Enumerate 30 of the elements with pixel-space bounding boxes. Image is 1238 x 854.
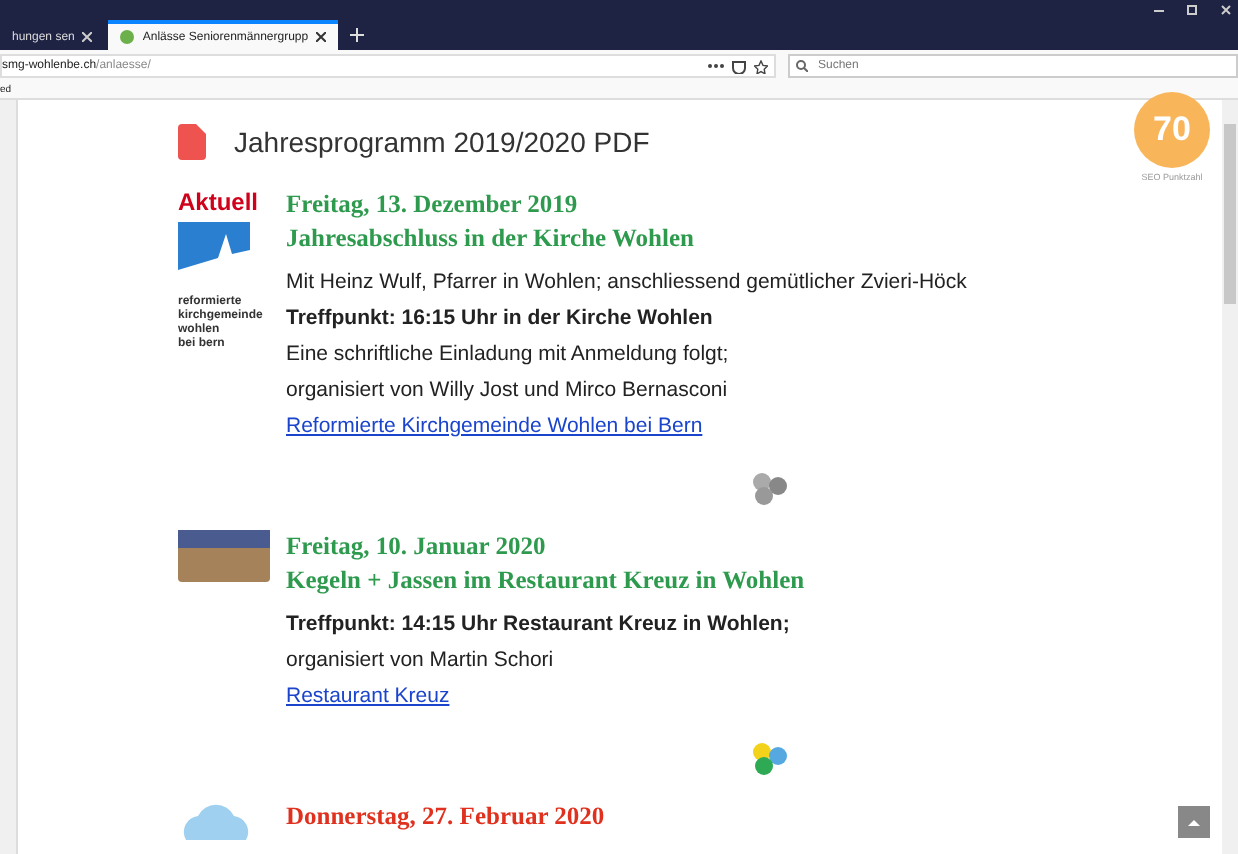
close-icon[interactable] bbox=[316, 32, 327, 42]
event-title: Jahresabschluss in der Kirche Wohlen bbox=[286, 222, 696, 256]
pdf-link[interactable]: Jahresprogramm 2019/2020 PDF bbox=[234, 126, 650, 158]
event-text: organisiert von Willy Jost und Mirco Bernasconi bbox=[286, 376, 728, 406]
smg-logo-icon bbox=[752, 472, 788, 506]
caret-icon bbox=[1188, 818, 1200, 826]
site-icon bbox=[120, 30, 135, 44]
current-label: Aktuell bbox=[178, 188, 261, 216]
event-text: organisiert von Martin Schori bbox=[286, 646, 554, 676]
more-icon[interactable] bbox=[708, 62, 724, 70]
star-icon[interactable] bbox=[754, 59, 768, 73]
event-title: Kegeln + Jassen im Restaurant Kreuz in Wohlen bbox=[286, 564, 807, 598]
event-date: Donnerstag, 27. Februar 2020 bbox=[286, 800, 605, 834]
event-date: Freitag, 13. Dezember 2019 bbox=[286, 188, 578, 222]
new-tab-icon[interactable] bbox=[350, 28, 365, 42]
church-logo-icon bbox=[178, 222, 250, 270]
event-text: Treffpunkt: 16:15 Uhr in der Kirche Wohlen bbox=[286, 304, 713, 334]
photo-placeholder bbox=[178, 530, 270, 582]
event-link[interactable]: Reformierte Kirchgemeinde Wohlen bei Bern bbox=[286, 408, 703, 444]
event-link[interactable]: Restaurant Kreuz bbox=[286, 678, 450, 714]
smg-logo-icon bbox=[752, 742, 788, 776]
scroll-top-button[interactable] bbox=[1178, 806, 1210, 838]
event-date: Freitag, 10. Januar 2020 bbox=[286, 530, 546, 564]
cloud-illustration bbox=[178, 800, 254, 840]
seo-score: 70 bbox=[1134, 92, 1210, 168]
pdf-icon bbox=[178, 124, 206, 160]
event-text: Treffpunkt: 14:15 Uhr Restaurant Kreuz in Wohlen; bbox=[286, 610, 790, 640]
event-text: Eine schriftliche Einladung mit Anmeldung folgt; bbox=[286, 340, 729, 370]
event-text: Mit Heinz Wulf, Pfarrer in Wohlen; anschliessend gemütlicher Zvieri-Höck bbox=[286, 268, 967, 298]
pocket-icon[interactable] bbox=[732, 59, 746, 73]
